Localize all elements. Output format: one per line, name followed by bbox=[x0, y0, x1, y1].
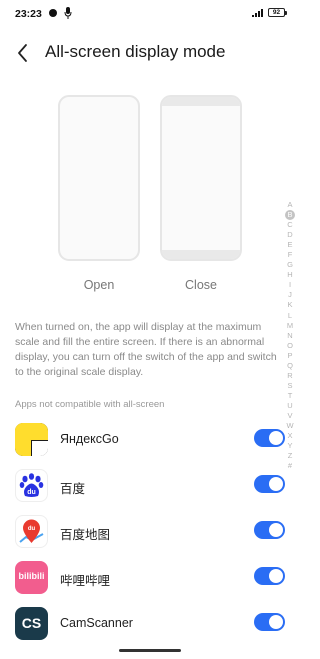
microphone-icon bbox=[64, 7, 72, 19]
app-row-yandexgo: ЯндексGo bbox=[0, 417, 300, 463]
alphabet-letter[interactable]: C bbox=[284, 220, 296, 230]
toggle-knob bbox=[269, 431, 283, 445]
battery-cap bbox=[285, 10, 287, 15]
preview-open-option[interactable] bbox=[58, 95, 140, 261]
svg-text:du: du bbox=[28, 526, 36, 532]
battery-icon: 92 bbox=[268, 8, 285, 17]
app-name: ЯндексGo bbox=[60, 432, 119, 446]
section-header: Apps not compatible with all-screen bbox=[15, 399, 165, 410]
alphabet-index[interactable]: A B C D E F G H I J K L M N O P Q R S T U V W X Y Z # bbox=[284, 200, 296, 471]
page-title: All-screen display mode bbox=[45, 42, 226, 61]
preview-bottom-bar bbox=[162, 250, 240, 259]
yandex-go-icon bbox=[15, 423, 48, 456]
description-text: When turned on, the app will display at … bbox=[15, 321, 277, 378]
alphabet-letter[interactable]: U bbox=[284, 401, 296, 411]
preview-top-bar bbox=[162, 97, 240, 106]
alphabet-letter[interactable]: F bbox=[284, 250, 296, 260]
toggle-knob bbox=[269, 477, 283, 491]
alphabet-letter[interactable]: Q bbox=[284, 361, 296, 371]
alphabet-letter[interactable]: K bbox=[284, 300, 296, 310]
preview-close-option[interactable] bbox=[160, 95, 242, 261]
alphabet-letter[interactable]: V bbox=[284, 411, 296, 421]
alphabet-letter[interactable]: N bbox=[284, 331, 296, 341]
alphabet-letter[interactable]: E bbox=[284, 240, 296, 250]
alphabet-letter[interactable]: S bbox=[284, 381, 296, 391]
toggle-baidumaps[interactable] bbox=[254, 521, 285, 539]
alphabet-letter[interactable]: W bbox=[284, 421, 296, 431]
alphabet-letter[interactable]: X bbox=[284, 431, 296, 441]
toggle-knob bbox=[269, 569, 283, 583]
alphabet-letter[interactable]: O bbox=[284, 341, 296, 351]
alphabet-letter[interactable]: R bbox=[284, 371, 296, 381]
alphabet-letter[interactable]: D bbox=[284, 230, 296, 240]
status-time: 23:23 bbox=[15, 8, 42, 20]
alphabet-letter[interactable]: M bbox=[284, 321, 296, 331]
alphabet-letter[interactable]: Y bbox=[284, 441, 296, 451]
toggle-baidu[interactable] bbox=[254, 475, 285, 493]
alphabet-letter[interactable]: A bbox=[284, 200, 296, 210]
camscanner-icon: CS bbox=[15, 607, 48, 640]
alphabet-letter[interactable]: Z bbox=[284, 451, 296, 461]
battery-level: 92 bbox=[272, 9, 281, 16]
signal-icon bbox=[252, 9, 263, 17]
alphabet-letter[interactable]: L bbox=[284, 311, 296, 321]
toggle-knob bbox=[269, 615, 283, 629]
toggle-camscanner[interactable] bbox=[254, 613, 285, 631]
app-name: CamScanner bbox=[60, 616, 133, 630]
alphabet-letter[interactable]: T bbox=[284, 391, 296, 401]
home-indicator[interactable] bbox=[119, 649, 181, 652]
app-row-baidu: du 百度 bbox=[0, 463, 300, 509]
toggle-yandexgo[interactable] bbox=[254, 429, 285, 447]
preview-close-label: Close bbox=[185, 278, 217, 292]
app-name: 哔哩哔哩 bbox=[60, 574, 111, 588]
alphabet-letter[interactable]: # bbox=[284, 461, 296, 471]
bilibili-icon: bilibili bbox=[15, 561, 48, 594]
back-arrow-icon bbox=[18, 44, 27, 62]
status-bar: 23:23 92 bbox=[0, 0, 300, 26]
baidu-icon: du bbox=[15, 469, 48, 502]
toggle-knob bbox=[269, 523, 283, 537]
app-row-baidumaps: du 百度地图 bbox=[0, 509, 300, 555]
alphabet-letter[interactable]: H bbox=[284, 270, 296, 280]
svg-text:du: du bbox=[27, 489, 36, 496]
notification-dot-icon bbox=[49, 9, 57, 17]
app-name: 百度 bbox=[60, 482, 86, 496]
back-button[interactable] bbox=[10, 40, 36, 66]
baidu-maps-icon: du bbox=[15, 515, 48, 548]
app-row-camscanner: CS CamScanner bbox=[0, 601, 300, 647]
alphabet-letter[interactable]: I bbox=[284, 280, 296, 290]
alphabet-letter[interactable]: P bbox=[284, 351, 296, 361]
app-name: 百度地图 bbox=[60, 528, 111, 542]
preview-open-label: Open bbox=[83, 278, 115, 292]
alphabet-letter[interactable]: B bbox=[285, 210, 295, 221]
toggle-bilibili[interactable] bbox=[254, 567, 285, 585]
alphabet-letter[interactable]: G bbox=[284, 260, 296, 270]
app-row-bilibili: bilibili 哔哩哔哩 bbox=[0, 555, 300, 601]
alphabet-letter[interactable]: J bbox=[284, 290, 296, 300]
